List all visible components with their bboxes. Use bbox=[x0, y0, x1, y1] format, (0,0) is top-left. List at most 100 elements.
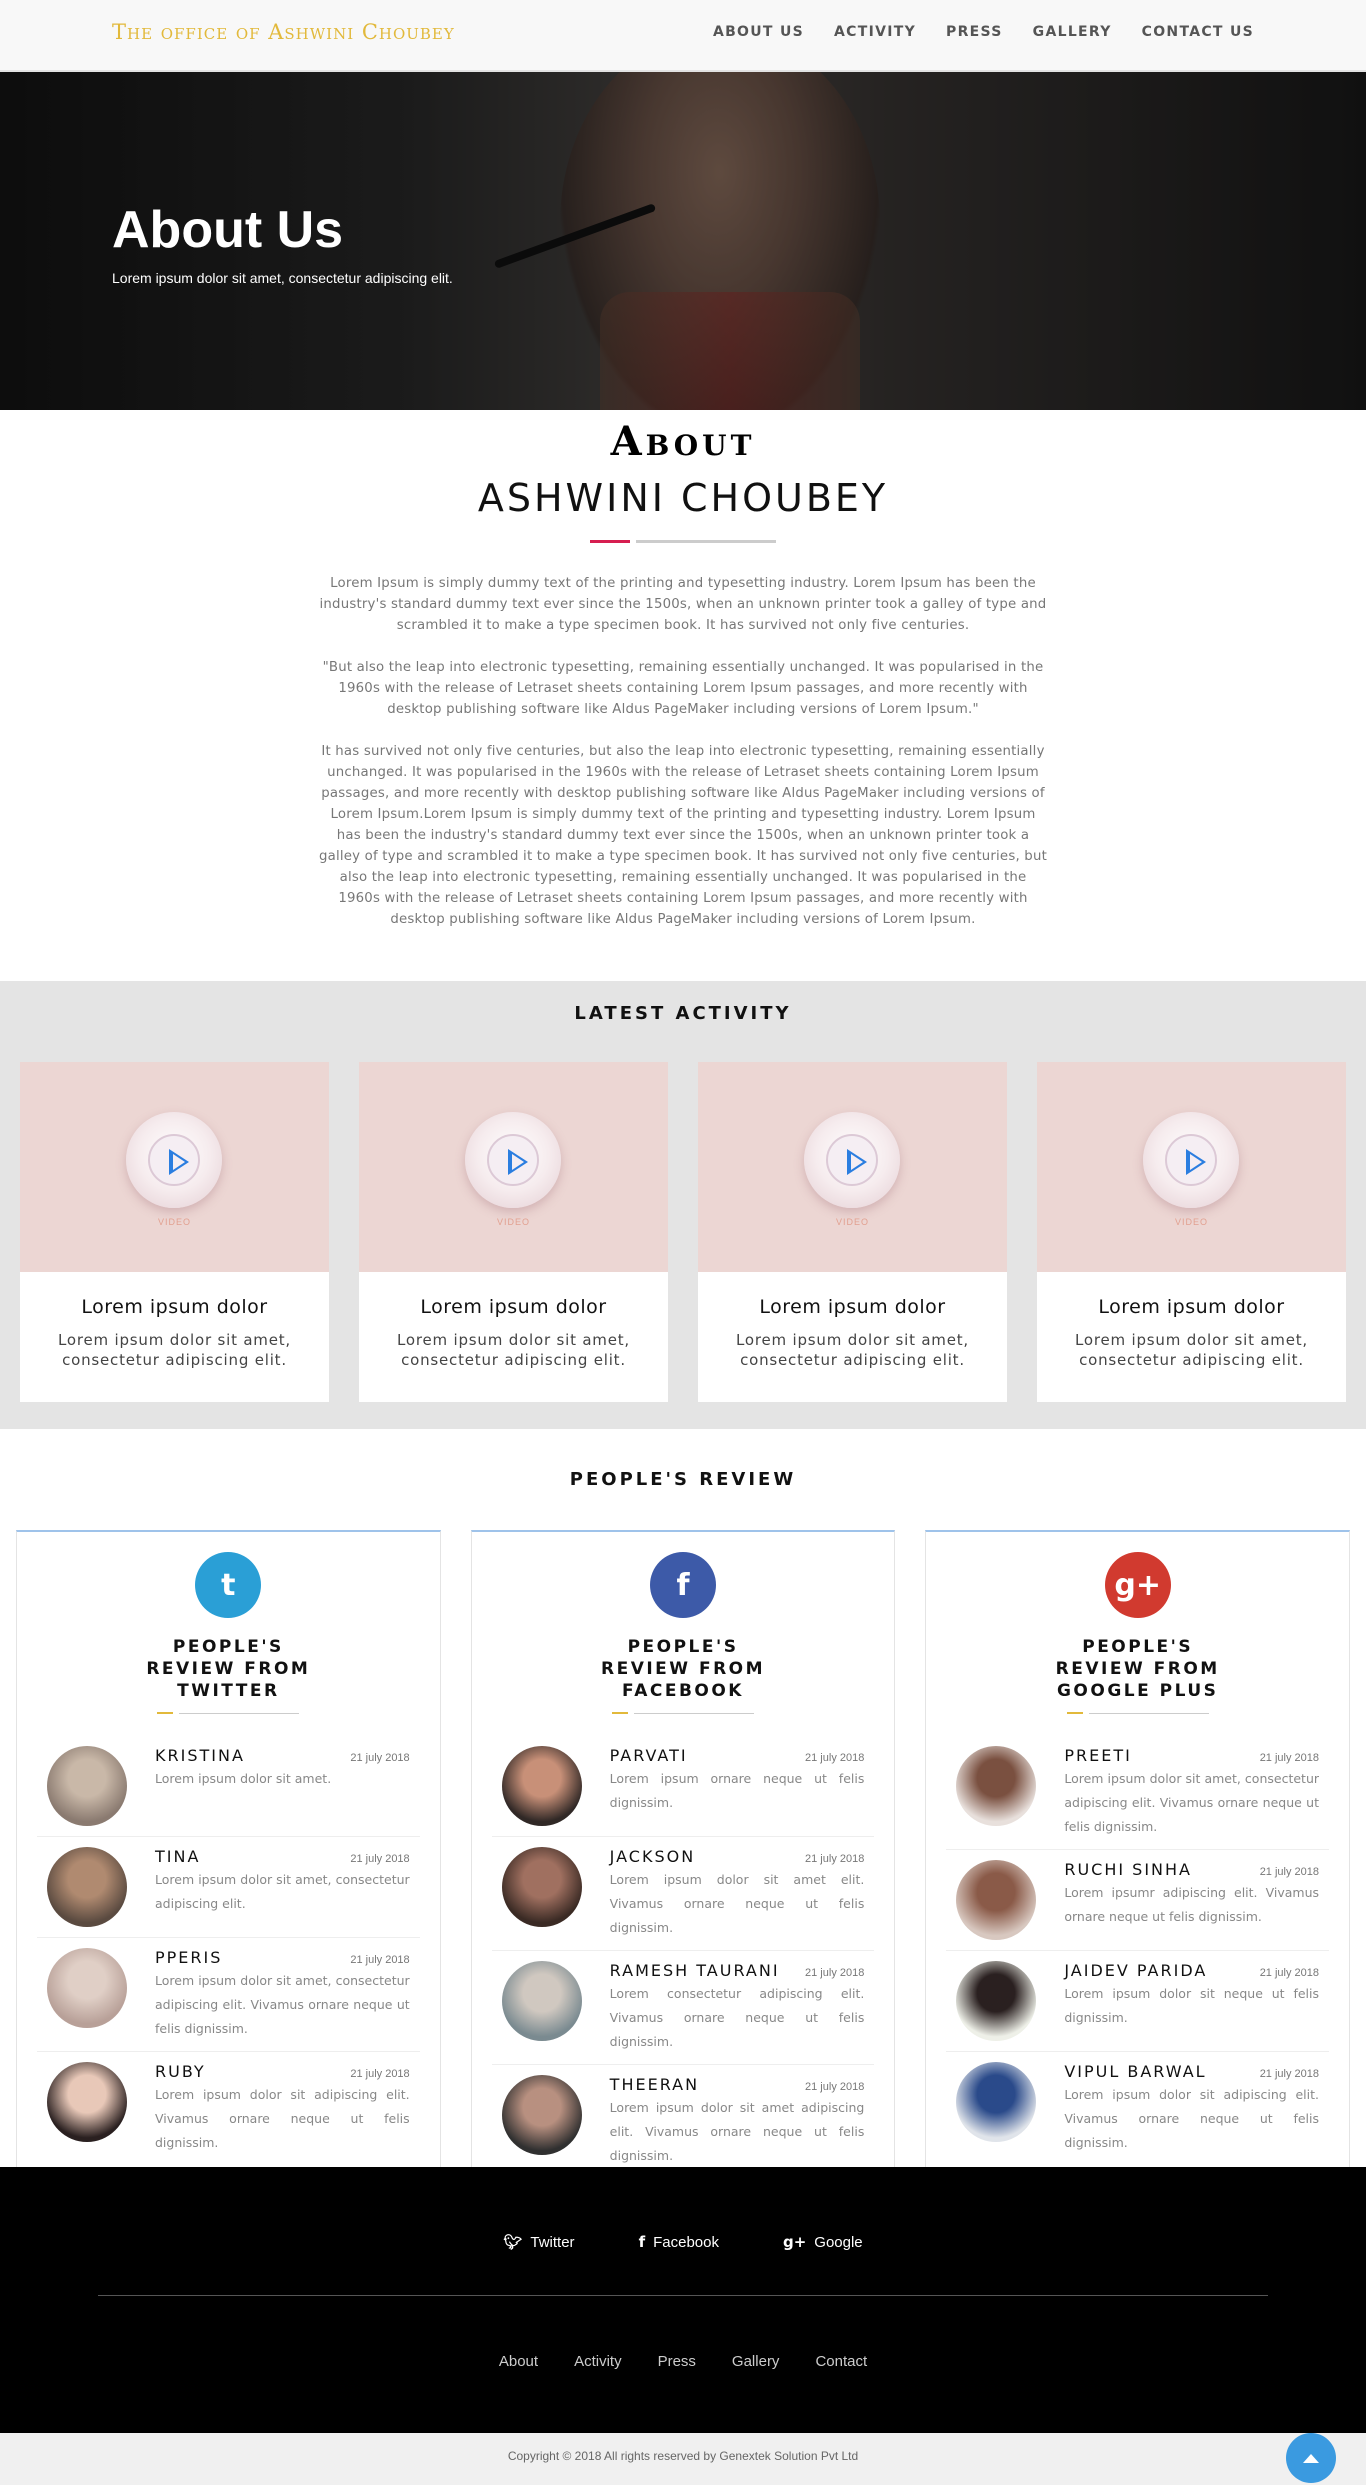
nav-about-us[interactable]: ABOUT US bbox=[713, 24, 804, 40]
review-list: PREETI 21 july 2018 Lorem ipsum dolor sit … bbox=[926, 1714, 1349, 2165]
review-text: Lorem ipsum dolor sit neque ut felis dig… bbox=[1064, 1986, 1320, 2025]
google-plus-icon: g+ bbox=[782, 2233, 807, 2251]
card-title: Lorem ipsum dolor bbox=[81, 1296, 268, 1318]
play-button-icon[interactable] bbox=[1143, 1112, 1239, 1208]
main-menu: ABOUT US ACTIVITY PRESS GALLERY CONTACT … bbox=[713, 24, 1254, 40]
about-name: ASHWINI CHOUBEY bbox=[477, 476, 889, 520]
video-label: VIDEO bbox=[1174, 1217, 1208, 1227]
review-item: RUBY 21 july 2018 Lorem ipsum dolor sit ad… bbox=[37, 2052, 420, 2165]
footer-divider bbox=[98, 2295, 1268, 2296]
avatar bbox=[501, 1746, 582, 1826]
site-brand[interactable]: The office of Ashwini Choubey bbox=[112, 20, 455, 44]
review-date: 21 july 2018 bbox=[350, 1954, 410, 1966]
about-paragraph: "But also the leap into electronic types… bbox=[322, 660, 1044, 717]
avatar bbox=[47, 2062, 127, 2142]
footer-facebook-link[interactable]: f Facebook bbox=[639, 2233, 719, 2251]
peoples-review-section: PEOPLE'S REVIEW t PEOPLE'S REVIEW FROM TW… bbox=[0, 1429, 1366, 2190]
review-text: Lorem ipsum dolor sit amet, consectetur … bbox=[1064, 1771, 1320, 1834]
review-list: PARVATI 21 july 2018 Lorem ipsum ornare ne… bbox=[472, 1714, 895, 2178]
reviewer-name: PARVATI bbox=[609, 1746, 688, 1765]
about-body: Lorem Ipsum is simply dummy text of the … bbox=[318, 573, 1048, 930]
card-title: Lorem ipsum dolor bbox=[759, 1296, 946, 1318]
review-date: 21 july 2018 bbox=[1259, 2068, 1320, 2080]
review-text: Lorem ipsum dolor sit amet, consectetur … bbox=[155, 1872, 410, 1911]
activity-card[interactable]: VIDEO Lorem ipsum dolor Lorem ipsum dolo… bbox=[359, 1062, 668, 1402]
footer-link-press[interactable]: Press bbox=[658, 2353, 696, 2370]
video-thumbnail[interactable]: VIDEO bbox=[1037, 1062, 1346, 1272]
footer-link-contact[interactable]: Contact bbox=[815, 2353, 867, 2370]
review-date: 21 july 2018 bbox=[1259, 1752, 1320, 1764]
review-text: Lorem ipsum dolor sit adipiscing elit. V… bbox=[155, 2087, 410, 2150]
play-button-icon[interactable] bbox=[804, 1112, 900, 1208]
footer-link-about[interactable]: About bbox=[499, 2353, 538, 2370]
reviewer-name: THEERAN bbox=[609, 2075, 700, 2094]
top-navbar: The office of Ashwini Choubey ABOUT US A… bbox=[0, 0, 1366, 72]
review-column: f PEOPLE'S REVIEW FROM FACEBOOK PARVATI 21 … bbox=[470, 1530, 896, 2190]
avatar bbox=[956, 1961, 1037, 2041]
review-date: 21 july 2018 bbox=[1259, 1967, 1320, 1979]
google-plus-icon[interactable]: g+ bbox=[1104, 1552, 1171, 1618]
facebook-icon[interactable]: f bbox=[650, 1552, 716, 1618]
video-label: VIDEO bbox=[835, 1217, 869, 1227]
video-thumbnail[interactable]: VIDEO bbox=[698, 1062, 1007, 1272]
activity-card[interactable]: VIDEO Lorem ipsum dolor Lorem ipsum dolo… bbox=[1037, 1062, 1346, 1402]
heading-underline bbox=[0, 540, 1366, 543]
card-text: Lorem ipsum dolor sit amet, consectetur … bbox=[1075, 1331, 1308, 1369]
reviewer-name: RAMESH TAURANI bbox=[609, 1961, 780, 1980]
card-text: Lorem ipsum dolor sit amet, consectetur … bbox=[58, 1331, 291, 1369]
activity-card[interactable]: VIDEO Lorem ipsum dolor Lorem ipsum dolo… bbox=[20, 1062, 329, 1402]
review-item: PREETI 21 july 2018 Lorem ipsum dolor sit … bbox=[946, 1736, 1330, 1850]
footer-link-activity[interactable]: Activity bbox=[574, 2353, 622, 2370]
hero-subtitle: Lorem ipsum dolor sit amet, consectetur … bbox=[112, 270, 453, 286]
review-column-title: PEOPLE'S REVIEW FROM TWITTER bbox=[146, 1637, 311, 1701]
review-text: Lorem ipsum dolor sit amet elit. Vivamus… bbox=[609, 1872, 865, 1935]
twitter-icon[interactable]: t bbox=[195, 1552, 262, 1618]
review-item: RAMESH TAURANI 21 july 2018 Lorem consecte… bbox=[491, 1951, 875, 2065]
copyright-text: Copyright © 2018 All rights reserved by … bbox=[507, 2449, 859, 2463]
review-date: 21 july 2018 bbox=[350, 2068, 410, 2080]
underline-rule bbox=[636, 540, 776, 543]
review-item: PARVATI 21 july 2018 Lorem ipsum ornare ne… bbox=[491, 1736, 875, 1837]
review-item: VIPUL BARWAL 21 july 2018 Lorem ipsum dolo… bbox=[946, 2052, 1329, 2165]
video-thumbnail[interactable]: VIDEO bbox=[20, 1062, 329, 1272]
review-text: Lorem ipsum dolor sit adipiscing elit. V… bbox=[1064, 2087, 1320, 2150]
nav-gallery[interactable]: GALLERY bbox=[1033, 24, 1112, 40]
review-text: Lorem ipsum ornare neque ut felis dignis… bbox=[609, 1771, 865, 1810]
footer-social-links: 🐦︎ Twitter f Facebook g+ Google bbox=[0, 2233, 1366, 2251]
latest-activity-section: LATEST ACTIVITY VIDEO Lorem ipsum dolor … bbox=[0, 981, 1366, 1429]
play-button-icon[interactable] bbox=[126, 1112, 222, 1208]
avatar bbox=[956, 2062, 1037, 2142]
review-item: THEERAN 21 july 2018 Lorem ipsum dolor sit… bbox=[492, 2065, 875, 2178]
about-paragraph: Lorem Ipsum is simply dummy text of the … bbox=[319, 576, 1047, 633]
avatar bbox=[956, 1860, 1037, 1940]
review-text: Lorem ipsum dolor sit amet adipiscing el… bbox=[609, 2100, 865, 2163]
nav-activity[interactable]: ACTIVITY bbox=[834, 24, 916, 40]
about-section: About ASHWINI CHOUBEY Lorem Ipsum is sim… bbox=[0, 410, 1366, 981]
review-text: Lorem ipsumr adipiscing elit. Vivamus or… bbox=[1064, 1885, 1320, 1924]
footer-social-label: Google bbox=[814, 2233, 863, 2251]
review-column: g+ PEOPLE'S REVIEW FROM GOOGLE PLUS PREETI… bbox=[925, 1530, 1351, 2177]
scroll-to-top-button[interactable] bbox=[1286, 2433, 1336, 2483]
review-text: Lorem ipsum dolor sit amet, consectetur … bbox=[155, 1973, 410, 2036]
reviewer-name: RUBY bbox=[155, 2062, 206, 2081]
avatar bbox=[501, 2075, 582, 2155]
footer-twitter-link[interactable]: 🐦︎ Twitter bbox=[503, 2233, 574, 2251]
reviewer-name: TINA bbox=[155, 1847, 201, 1866]
review-text: Lorem consectetur adipiscing elit. Vivam… bbox=[609, 1986, 865, 2049]
reviewer-name: VIPUL BARWAL bbox=[1064, 2062, 1207, 2081]
activity-card[interactable]: VIDEO Lorem ipsum dolor Lorem ipsum dolo… bbox=[698, 1062, 1007, 1402]
reviewer-name: JACKSON bbox=[609, 1847, 696, 1866]
footer-link-gallery[interactable]: Gallery bbox=[732, 2353, 780, 2370]
video-thumbnail[interactable]: VIDEO bbox=[359, 1062, 668, 1272]
video-label: VIDEO bbox=[496, 1217, 530, 1227]
footer-nav: About Activity Press Gallery Contact bbox=[0, 2353, 1366, 2370]
nav-press[interactable]: PRESS bbox=[946, 24, 1003, 40]
footer-social-label: Twitter bbox=[530, 2233, 575, 2251]
review-date: 21 july 2018 bbox=[1259, 1866, 1320, 1878]
review-column: t PEOPLE'S REVIEW FROM TWITTER KRISTINA 21 … bbox=[16, 1530, 441, 2177]
nav-contact-us[interactable]: CONTACT US bbox=[1142, 24, 1254, 40]
review-list: KRISTINA 21 july 2018 Lorem ipsum dolor si… bbox=[17, 1714, 440, 2165]
avatar bbox=[47, 1948, 127, 2028]
play-button-icon[interactable] bbox=[465, 1112, 561, 1208]
footer-google-link[interactable]: g+ Google bbox=[783, 2233, 863, 2251]
